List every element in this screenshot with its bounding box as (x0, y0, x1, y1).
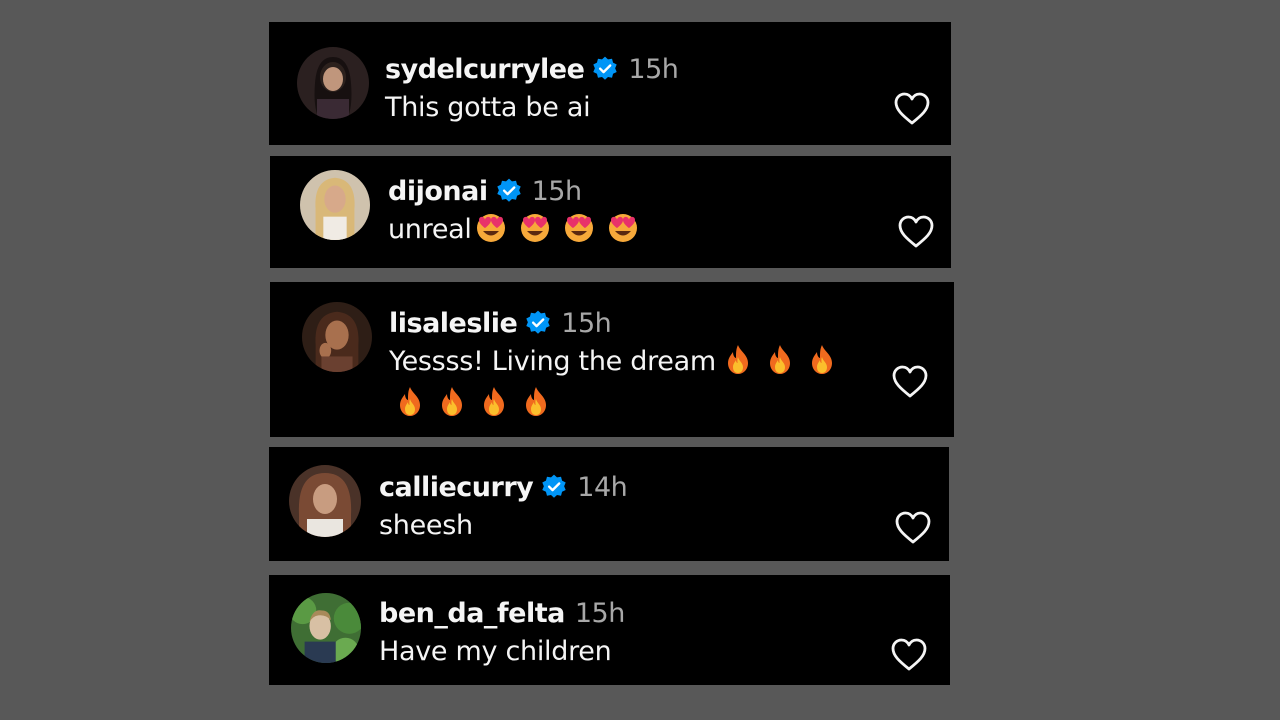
avatar[interactable] (300, 170, 370, 240)
comment-text: This gotta be ai (385, 88, 678, 128)
avatar[interactable] (297, 47, 369, 119)
comment-card: sydelcurrylee 15h This gotta be ai (269, 22, 951, 145)
comment-card: dijonai 15h unreal (270, 156, 951, 268)
username[interactable]: ben_da_felta (379, 598, 565, 629)
comment-body: calliecurry 14h sheesh (379, 468, 628, 546)
like-heart-icon[interactable] (898, 215, 934, 249)
heart-eyes-emoji-icon (474, 211, 508, 243)
fire-emoji-icon (766, 343, 794, 375)
avatar[interactable] (291, 593, 361, 663)
comment-header: lisaleslie 15h (389, 304, 846, 342)
comment-text: sheesh (379, 506, 627, 546)
username[interactable]: lisaleslie (389, 308, 518, 339)
fire-emoji-icon (808, 343, 836, 375)
username[interactable]: calliecurry (379, 472, 534, 503)
verified-badge-icon (525, 310, 551, 336)
heart-eyes-emoji-icon (606, 211, 640, 243)
fire-emoji-icon (438, 385, 466, 417)
comment-text-line-2 (389, 384, 846, 424)
comment-text-content: sheesh (379, 510, 473, 541)
username[interactable]: dijonai (388, 176, 488, 207)
timestamp: 15h (628, 53, 679, 85)
fire-emoji-icon (724, 343, 752, 375)
verified-badge-icon (541, 474, 567, 500)
comment-text-content: unreal (388, 214, 472, 245)
verified-badge-icon (592, 56, 618, 82)
comment-text: unreal (388, 210, 650, 250)
comment-text-content: Yessss! Living the dream (389, 346, 716, 377)
comment-body: lisaleslie 15h Yessss! Living the dream (389, 304, 846, 424)
like-heart-icon[interactable] (892, 365, 928, 399)
heart-eyes-emoji-icon (518, 211, 552, 243)
like-heart-icon[interactable] (895, 511, 931, 545)
avatar[interactable] (289, 465, 361, 537)
comment-body: sydelcurrylee 15h This gotta be ai (385, 50, 679, 128)
comment-body: dijonai 15h unreal (388, 172, 650, 250)
timestamp: 15h (561, 307, 612, 339)
comment-text: Have my children (379, 632, 625, 672)
comment-card: lisaleslie 15h Yessss! Living the dream (270, 282, 954, 437)
comment-card: ben_da_felta 15h Have my children (269, 575, 950, 685)
comment-header: calliecurry 14h (379, 468, 628, 506)
comment-header: ben_da_felta 15h (379, 594, 625, 632)
like-heart-icon[interactable] (894, 92, 930, 126)
comment-text-content: This gotta be ai (385, 92, 591, 123)
verified-badge-icon (496, 178, 522, 204)
comment-header: dijonai 15h (388, 172, 650, 210)
timestamp: 15h (574, 597, 625, 629)
comment-header: sydelcurrylee 15h (385, 50, 679, 88)
timestamp: 14h (577, 471, 628, 503)
username[interactable]: sydelcurrylee (385, 54, 585, 85)
timestamp: 15h (531, 175, 582, 207)
comment-body: ben_da_felta 15h Have my children (379, 594, 625, 672)
avatar[interactable] (302, 302, 372, 372)
comment-text-content: Have my children (379, 636, 612, 667)
fire-emoji-icon (396, 385, 424, 417)
comment-card: calliecurry 14h sheesh (269, 447, 949, 561)
heart-eyes-emoji-icon (562, 211, 596, 243)
like-heart-icon[interactable] (891, 638, 927, 672)
fire-emoji-icon (522, 385, 550, 417)
comment-text: Yessss! Living the dream (389, 342, 846, 382)
fire-emoji-icon (480, 385, 508, 417)
